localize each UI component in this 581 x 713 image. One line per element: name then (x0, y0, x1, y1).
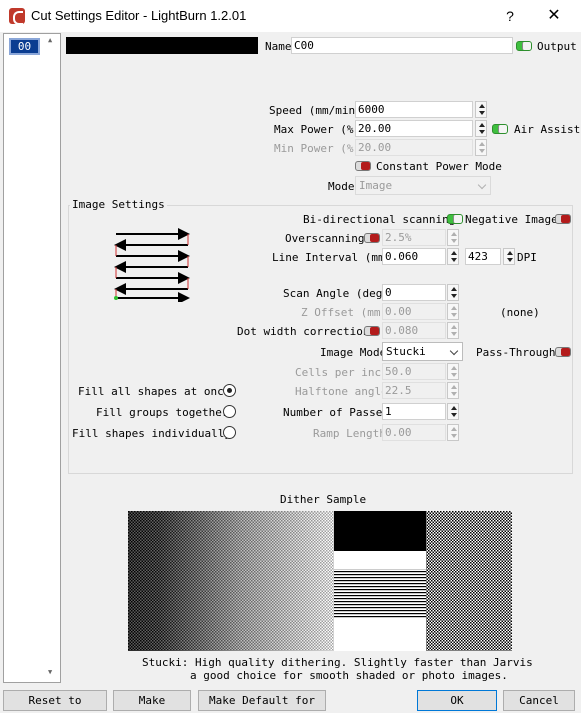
scan-angle-input[interactable]: 0 (382, 284, 446, 301)
halftone-angle-stepper[interactable] (447, 382, 459, 399)
pass-through-toggle[interactable] (555, 347, 571, 357)
mode-label: Mode (328, 180, 355, 193)
passes-input[interactable]: 1 (382, 403, 446, 420)
constant-power-toggle[interactable] (355, 161, 371, 171)
overscanning-stepper[interactable] (447, 229, 459, 246)
image-mode-value: Stucki (386, 345, 426, 358)
constant-power-label: Constant Power Mode (376, 160, 502, 173)
dot-width-stepper[interactable] (447, 322, 459, 339)
fill-groups-radio[interactable] (223, 405, 236, 418)
bidirectional-toggle[interactable] (447, 214, 463, 224)
dither-description-line2: a good choice for smooth shaded or photo… (190, 669, 508, 682)
negative-image-label: Negative Image (465, 213, 558, 226)
speed-stepper[interactable] (475, 101, 487, 118)
line-interval-stepper[interactable] (447, 248, 459, 265)
pass-through-label: Pass-Through (476, 346, 556, 359)
fill-individually-radio[interactable] (223, 426, 236, 439)
line-interval-label: Line Interval (mm) (272, 251, 392, 264)
ok-button[interactable]: OK (417, 690, 497, 711)
passes-stepper[interactable] (447, 403, 459, 420)
dpi-input[interactable]: 423 (465, 248, 501, 265)
min-power-input[interactable]: 20.00 (355, 139, 473, 156)
dither-sample-image (128, 511, 512, 651)
z-offset-stepper[interactable] (447, 303, 459, 320)
max-power-label: Max Power (%) (274, 123, 361, 136)
air-assist-label: Air Assist (514, 123, 581, 136)
fill-groups-label: Fill groups together (96, 406, 229, 419)
overscanning-label: Overscanning (285, 232, 365, 245)
dpi-label: DPI (517, 251, 537, 264)
window-title: Cut Settings Editor - LightBurn 1.2.01 (31, 8, 247, 23)
z-offset-input[interactable]: 0.00 (382, 303, 446, 320)
cancel-button[interactable]: Cancel (503, 690, 575, 711)
dot-width-toggle[interactable] (364, 326, 380, 336)
image-settings-title: Image Settings (70, 198, 167, 211)
cells-per-inch-label: Cells per inch (295, 366, 388, 379)
fill-all-label: Fill all shapes at once (78, 385, 231, 398)
speed-input[interactable]: 6000 (355, 101, 473, 118)
dot-width-label: Dot width correction (237, 325, 370, 338)
image-mode-select[interactable]: Stucki (382, 342, 463, 361)
make-default-button[interactable]: Make Default (113, 690, 191, 711)
chevron-down-icon (449, 346, 459, 356)
z-offset-label: Z Offset (mm) (301, 306, 388, 319)
name-label: Name (265, 40, 292, 53)
scroll-down-icon[interactable]: ▼ (48, 668, 58, 678)
line-interval-input[interactable]: 0.060 (382, 248, 446, 265)
halftone-angle-input[interactable]: 22.5 (382, 382, 446, 399)
dither-sample-title: Dither Sample (280, 493, 367, 506)
reset-to-default-button[interactable]: Reset to Default (3, 690, 107, 711)
scan-angle-label: Scan Angle (deg) (283, 287, 389, 300)
bidirectional-label: Bi-directional scanning (303, 213, 456, 226)
max-power-stepper[interactable] (475, 120, 487, 137)
chevron-down-icon (477, 180, 487, 190)
close-button[interactable]: ✕ (543, 6, 565, 26)
layer-color-swatch[interactable] (66, 37, 258, 54)
scan-angle-stepper[interactable] (447, 284, 459, 301)
cells-per-inch-stepper[interactable] (447, 363, 459, 380)
dpi-stepper[interactable] (503, 248, 515, 265)
scroll-up-icon[interactable]: ▲ (48, 36, 58, 46)
max-power-input[interactable]: 20.00 (355, 120, 473, 137)
dither-description-line1: Stucki: High quality dithering. Slightly… (142, 656, 533, 669)
image-mode-label: Image Mode (320, 346, 387, 359)
min-power-stepper[interactable] (475, 139, 487, 156)
layer-item-00[interactable]: 00 (9, 38, 40, 55)
speed-label: Speed (mm/min) (269, 104, 362, 117)
make-default-for-all-button[interactable]: Make Default for All (198, 690, 326, 711)
halftone-angle-label: Halftone angle (295, 385, 388, 398)
ramp-length-stepper[interactable] (447, 424, 459, 441)
passes-label: Number of Passes (283, 406, 389, 419)
z-offset-note: (none) (500, 306, 540, 319)
dot-width-input[interactable]: 0.080 (382, 322, 446, 339)
help-button[interactable]: ? (499, 6, 521, 26)
mode-value: Image (359, 179, 393, 192)
ramp-length-label: Ramp Length (313, 427, 386, 440)
scan-direction-preview-icon (114, 228, 190, 302)
overscanning-toggle[interactable] (364, 233, 380, 243)
air-assist-toggle[interactable] (492, 124, 508, 134)
output-toggle[interactable] (516, 41, 532, 51)
fill-individually-label: Fill shapes individually (72, 427, 231, 440)
overscanning-input[interactable]: 2.5% (382, 229, 446, 246)
fill-all-radio[interactable] (223, 384, 236, 397)
cells-per-inch-input[interactable]: 50.0 (382, 363, 446, 380)
output-label: Output (537, 40, 577, 53)
mode-select[interactable]: Image (355, 176, 491, 195)
layer-list[interactable]: 00 ▲ ▼ (3, 33, 61, 683)
min-power-label: Min Power (%) (274, 142, 361, 155)
lightburn-logo-icon (9, 8, 25, 25)
ramp-length-input[interactable]: 0.00 (382, 424, 446, 441)
negative-image-toggle[interactable] (555, 214, 571, 224)
name-input[interactable]: C00 (291, 37, 513, 54)
